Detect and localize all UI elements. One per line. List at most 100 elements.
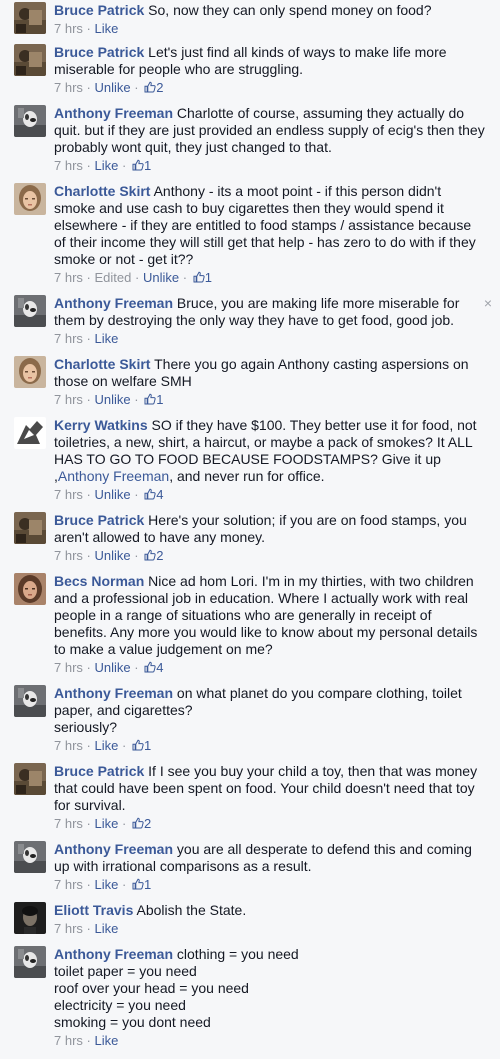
comment-content: Bruce Patrick Let's just find all kinds … <box>54 44 486 78</box>
comment-meta: 7 hrs · Edited · Unlike · 1 <box>54 269 486 286</box>
like-button[interactable]: Like <box>95 158 119 173</box>
separator-dot: · <box>86 1033 91 1048</box>
mention-link[interactable]: Anthony Freeman <box>58 468 169 484</box>
avatar[interactable] <box>14 295 46 327</box>
like-button[interactable]: Like <box>95 816 119 831</box>
comment-body: Becs Norman Nice ad hom Lori. I'm in my … <box>54 573 486 676</box>
separator-dot: · <box>134 80 139 95</box>
close-icon[interactable]: × <box>484 295 492 311</box>
like-count[interactable]: 2 <box>130 816 151 831</box>
comment-body: Anthony Freeman you are all desperate to… <box>54 841 486 893</box>
commenter-name[interactable]: Anthony Freeman <box>54 841 173 857</box>
timestamp-link[interactable]: 7 hrs <box>54 392 83 407</box>
commenter-name[interactable]: Charlotte Skirt <box>54 356 150 372</box>
like-count[interactable]: 4 <box>142 660 163 675</box>
separator-dot: · <box>86 80 91 95</box>
comment-body: Eliott Travis Abolish the State. 7 hrs · … <box>54 902 486 937</box>
like-count-value: 4 <box>156 660 164 675</box>
like-button[interactable]: Like <box>95 877 119 892</box>
avatar[interactable] <box>14 841 46 873</box>
unlike-button[interactable]: Unlike <box>95 487 131 502</box>
like-count[interactable]: 4 <box>142 487 163 502</box>
comment-content: Kerry Watkins SO if they have $100. They… <box>54 417 486 485</box>
avatar[interactable] <box>14 902 46 934</box>
timestamp-link[interactable]: 7 hrs <box>54 80 83 95</box>
timestamp-link[interactable]: 7 hrs <box>54 660 83 675</box>
avatar[interactable] <box>14 105 46 137</box>
like-count[interactable]: 1 <box>130 738 151 753</box>
comment-content: Anthony Freeman on what planet do you co… <box>54 685 486 736</box>
avatar[interactable] <box>14 763 46 795</box>
like-count-value: 2 <box>143 816 152 831</box>
like-count[interactable]: 1 <box>130 877 151 892</box>
comment-body: Bruce Patrick Here's your solution; if y… <box>54 512 486 564</box>
comment-body: Bruce Patrick Let's just find all kinds … <box>54 44 486 96</box>
separator-dot: · <box>121 816 127 831</box>
like-count[interactable]: 2 <box>142 548 163 563</box>
avatar[interactable] <box>14 946 46 978</box>
timestamp-link[interactable]: 7 hrs <box>54 158 83 173</box>
like-button[interactable]: Like <box>95 738 119 753</box>
comment-content: Anthony Freeman Bruce, you are making li… <box>54 295 486 329</box>
like-button[interactable]: Like <box>95 1033 119 1048</box>
commenter-name[interactable]: Anthony Freeman <box>54 295 173 311</box>
commenter-name[interactable]: Charlotte Skirt <box>54 183 150 199</box>
like-button[interactable]: Like <box>95 21 119 36</box>
avatar[interactable] <box>14 183 46 215</box>
like-count[interactable]: 1 <box>130 158 151 173</box>
unlike-button[interactable]: Unlike <box>95 392 131 407</box>
timestamp-link[interactable]: 7 hrs <box>54 331 83 346</box>
like-count[interactable]: 1 <box>142 392 163 407</box>
separator-dot: · <box>134 487 139 502</box>
unlike-button[interactable]: Unlike <box>143 270 179 285</box>
commenter-name[interactable]: Anthony Freeman <box>54 946 173 962</box>
avatar[interactable] <box>14 573 46 605</box>
commenter-name[interactable]: Bruce Patrick <box>54 44 144 60</box>
separator-dot: · <box>134 660 139 675</box>
comment-body: Bruce Patrick So, now they can only spen… <box>54 2 486 37</box>
separator-dot: · <box>86 816 91 831</box>
timestamp-link[interactable]: 7 hrs <box>54 816 83 831</box>
unlike-button[interactable]: Unlike <box>95 660 131 675</box>
comment-meta: 7 hrs · Like · 1 <box>54 157 486 174</box>
comment-content: Charlotte Skirt There you go again Antho… <box>54 356 486 390</box>
timestamp-link[interactable]: 7 hrs <box>54 548 83 563</box>
commenter-name[interactable]: Anthony Freeman <box>54 105 173 121</box>
commenter-name[interactable]: Bruce Patrick <box>54 512 144 528</box>
like-button[interactable]: Like <box>95 921 119 936</box>
avatar[interactable] <box>14 44 46 76</box>
comment-meta: 7 hrs · Like · 2 <box>54 815 486 832</box>
timestamp-link[interactable]: 7 hrs <box>54 921 83 936</box>
like-count[interactable]: 2 <box>142 80 163 95</box>
commenter-name[interactable]: Becs Norman <box>54 573 144 589</box>
avatar[interactable] <box>14 417 46 449</box>
thumbs-up-icon <box>144 549 156 561</box>
timestamp-link[interactable]: 7 hrs <box>54 1033 83 1048</box>
thumbs-up-icon <box>132 739 144 751</box>
separator-dot: · <box>182 270 188 285</box>
edited-label[interactable]: Edited <box>95 270 132 285</box>
unlike-button[interactable]: Unlike <box>95 548 131 563</box>
commenter-name[interactable]: Bruce Patrick <box>54 2 144 18</box>
like-button[interactable]: Like <box>95 331 119 346</box>
timestamp-link[interactable]: 7 hrs <box>54 877 83 892</box>
timestamp-link[interactable]: 7 hrs <box>54 270 83 285</box>
timestamp-link[interactable]: 7 hrs <box>54 487 83 502</box>
like-count[interactable]: 1 <box>191 270 212 285</box>
like-count-value: 1 <box>204 270 212 285</box>
avatar[interactable] <box>14 2 46 34</box>
unlike-button[interactable]: Unlike <box>95 80 131 95</box>
avatar[interactable] <box>14 685 46 717</box>
separator-dot: · <box>86 158 91 173</box>
timestamp-link[interactable]: 7 hrs <box>54 738 83 753</box>
commenter-name[interactable]: Eliott Travis <box>54 902 133 918</box>
comment-meta: 7 hrs · Unlike · 1 <box>54 391 486 408</box>
avatar[interactable] <box>14 512 46 544</box>
commenter-name[interactable]: Kerry Watkins <box>54 417 148 433</box>
avatar[interactable] <box>14 356 46 388</box>
separator-dot: · <box>86 738 91 753</box>
timestamp-link[interactable]: 7 hrs <box>54 21 83 36</box>
commenter-name[interactable]: Anthony Freeman <box>54 685 173 701</box>
separator-dot: · <box>86 487 91 502</box>
commenter-name[interactable]: Bruce Patrick <box>54 763 144 779</box>
